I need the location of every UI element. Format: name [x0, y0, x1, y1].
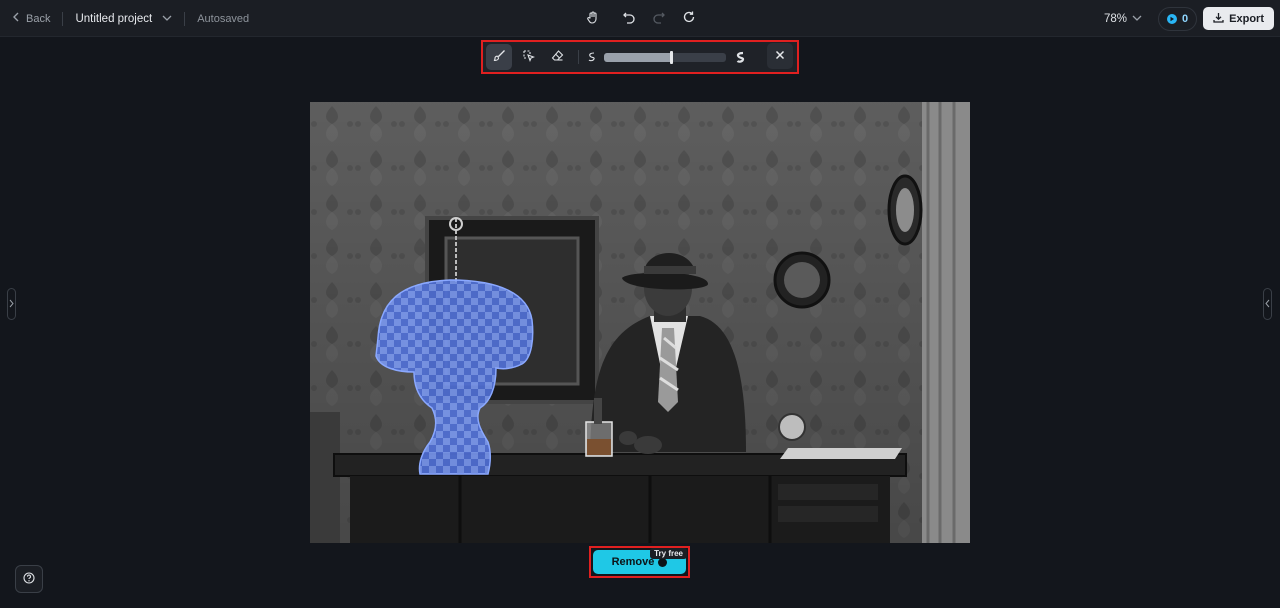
- undo-icon: [622, 10, 636, 27]
- right-panel-toggle[interactable]: [1263, 288, 1272, 320]
- divider: [578, 50, 579, 64]
- left-panel-toggle[interactable]: [7, 288, 16, 320]
- export-label: Export: [1229, 12, 1264, 25]
- close-icon: [775, 49, 785, 63]
- export-button[interactable]: Export: [1203, 7, 1274, 30]
- history-controls: [582, 0, 700, 37]
- credits-badge[interactable]: 0: [1158, 6, 1198, 31]
- credits-count: 0: [1182, 12, 1189, 25]
- brush-tool-button[interactable]: [486, 44, 512, 70]
- smart-select-tool-button[interactable]: [515, 44, 541, 70]
- divider: [62, 11, 64, 26]
- try-free-badge: Try free: [650, 548, 687, 559]
- download-icon: [1213, 12, 1224, 26]
- chevron-down-icon: [1132, 13, 1142, 25]
- eraser-tool-button[interactable]: [544, 44, 570, 70]
- remove-label: Remove: [611, 556, 655, 568]
- help-button[interactable]: [15, 565, 43, 593]
- divider: [184, 11, 186, 26]
- hand-icon: [586, 10, 600, 27]
- large-brush-icon: [734, 51, 747, 64]
- credit-icon: [1167, 13, 1178, 24]
- brush-size-slider[interactable]: [604, 50, 726, 64]
- slider-thumb[interactable]: [670, 50, 673, 64]
- photo-illustration: [310, 102, 970, 543]
- project-name: Untitled project: [75, 12, 153, 25]
- canvas-image[interactable]: [310, 102, 970, 543]
- redo-icon: [652, 10, 666, 27]
- top-right-group: 78% 0 Export: [1104, 0, 1274, 37]
- back-button[interactable]: Back: [12, 12, 50, 25]
- mask-editing-toolbar: [481, 40, 799, 74]
- remove-action-highlight: Remove Try free: [589, 546, 690, 578]
- autosave-status: Autosaved: [197, 12, 250, 25]
- hand-tool-button[interactable]: [582, 8, 604, 30]
- small-brush-icon: [586, 51, 598, 63]
- chevron-left-icon: [12, 12, 20, 25]
- project-name-dropdown[interactable]: Untitled project: [75, 13, 172, 25]
- chevron-down-icon: [162, 13, 172, 25]
- eraser-icon: [551, 49, 564, 65]
- slider-fill: [604, 52, 671, 62]
- top-bar: Back Untitled project Autosaved 78% 0 Ex…: [0, 0, 1280, 37]
- undo-button[interactable]: [618, 8, 640, 30]
- top-left-group: Back Untitled project Autosaved: [12, 0, 249, 37]
- chevron-left-icon: [1265, 297, 1270, 311]
- refresh-icon: [682, 10, 696, 27]
- reset-button[interactable]: [678, 8, 700, 30]
- smart-select-icon: [522, 49, 535, 65]
- close-toolbar-button[interactable]: [767, 43, 793, 69]
- tool-group: [486, 43, 747, 71]
- back-label: Back: [26, 12, 51, 25]
- zoom-dropdown[interactable]: 78%: [1104, 13, 1142, 25]
- question-icon: [23, 571, 35, 587]
- redo-button[interactable]: [648, 8, 670, 30]
- brush-icon: [493, 49, 506, 65]
- chevron-right-icon: [9, 297, 14, 311]
- zoom-level: 78%: [1104, 12, 1128, 25]
